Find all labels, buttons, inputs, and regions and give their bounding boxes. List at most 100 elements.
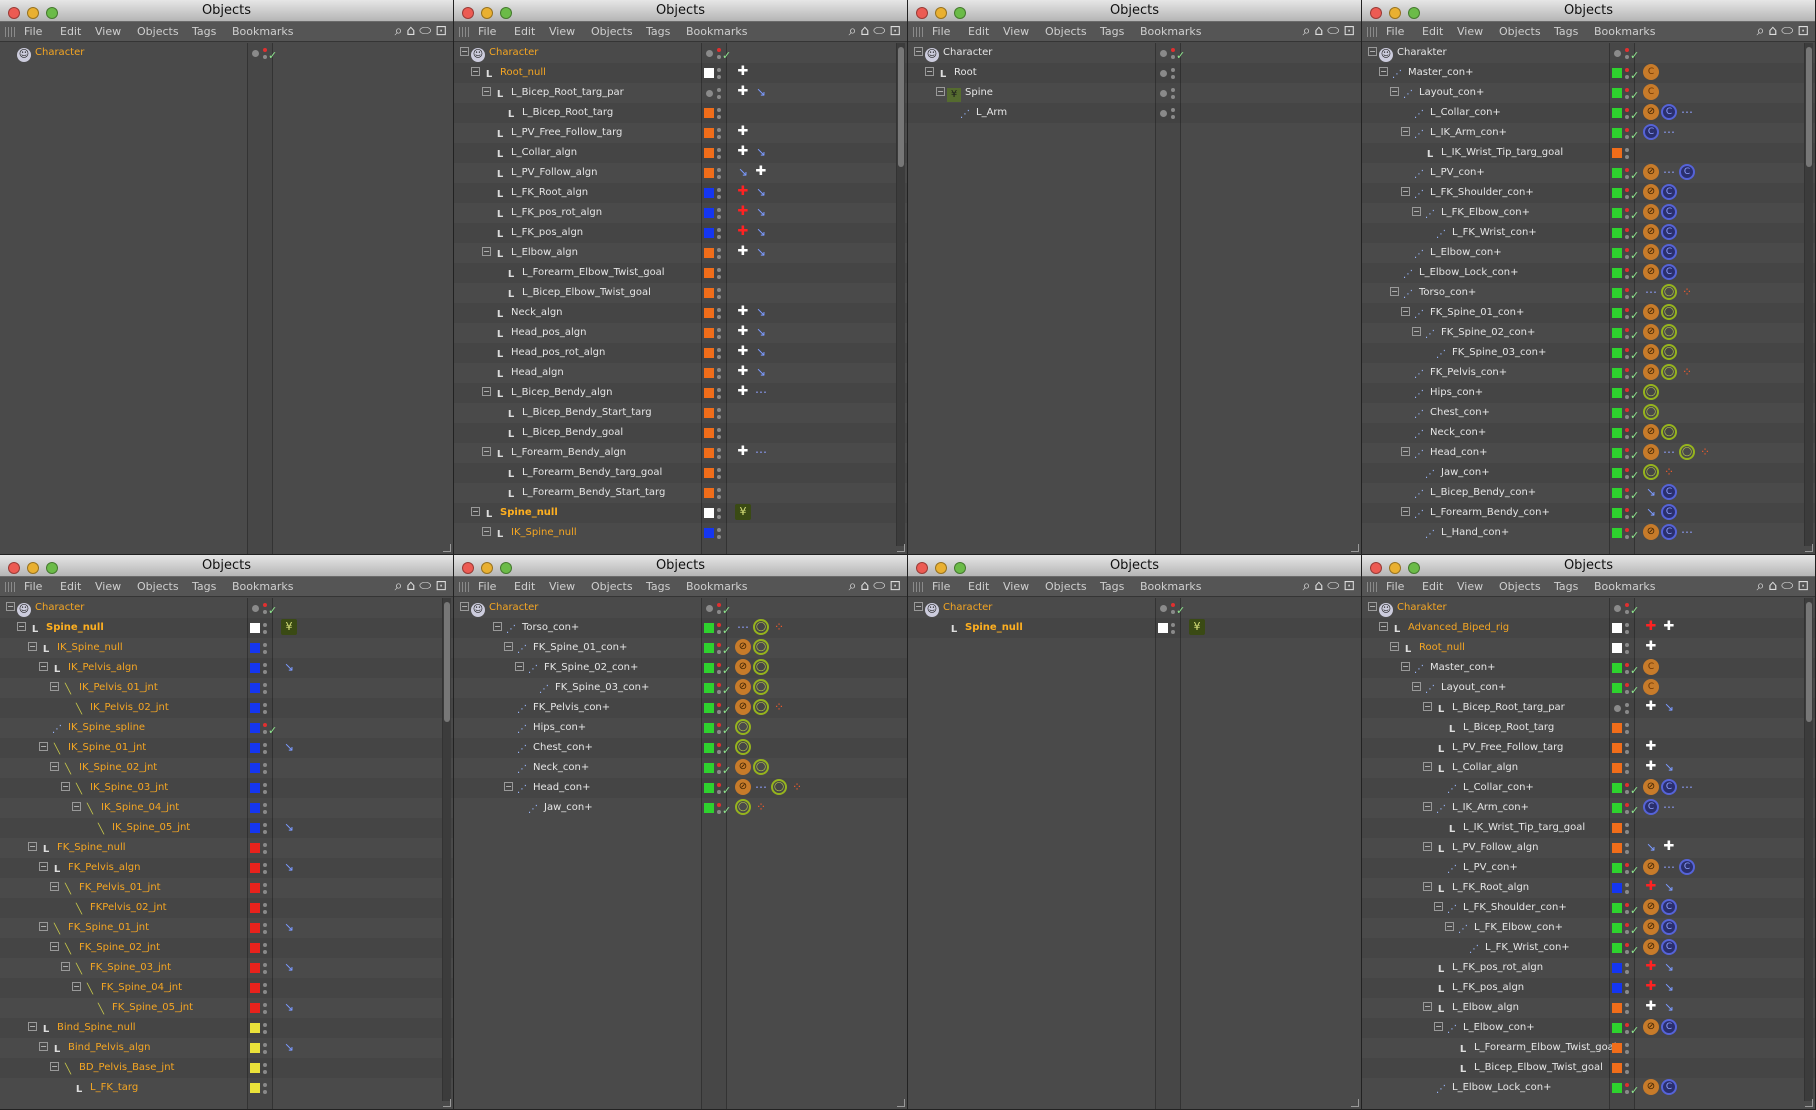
object-row[interactable]: L Neck_algn ✚ ↘ — [454, 303, 907, 323]
layer-color-swatch[interactable] — [1612, 88, 1622, 98]
layer-color-swatch[interactable] — [704, 368, 714, 378]
ik-tag-icon[interactable]: ↘ — [753, 224, 769, 240]
layer-color-swatch[interactable] — [704, 508, 714, 518]
menu-view[interactable]: View — [549, 25, 575, 38]
object-row[interactable]: L L_FK_targ — [0, 1078, 453, 1098]
expand-toggle[interactable]: − — [1368, 47, 1377, 56]
puz-tag-icon[interactable]: ✚ — [735, 364, 751, 380]
object-row[interactable]: − ⋰ FK_Spine_01_con+ ✓ ⊘ ◯ — [454, 638, 907, 658]
object-row[interactable]: − L L_Elbow_algn ✚ ↘ — [454, 243, 907, 263]
object-row[interactable]: − L L_Bicep_Root_targ_par ✚ ↘ — [1362, 698, 1815, 718]
menu-file[interactable]: File — [24, 25, 42, 38]
layer-color-swatch[interactable] — [250, 943, 260, 953]
dots-tag-icon[interactable]: ⋯ — [1661, 859, 1677, 875]
menu-bookmarks[interactable]: Bookmarks — [686, 580, 747, 593]
redd-tag-icon[interactable]: ⁘ — [771, 699, 787, 715]
layer-dot[interactable] — [1160, 110, 1167, 117]
layer-color-swatch[interactable] — [704, 623, 714, 633]
visibility-dots[interactable] — [1625, 85, 1629, 101]
menu-objects[interactable]: Objects — [1499, 580, 1541, 593]
object-row[interactable]: − ☺ Character ✓ — [0, 598, 453, 618]
menu-bookmarks[interactable]: Bookmarks — [1140, 580, 1201, 593]
cg-tag-icon[interactable]: ◯ — [1643, 384, 1659, 400]
object-row[interactable]: L L_Bicep_Bendy_goal — [454, 423, 907, 443]
menu-tags[interactable]: Tags — [1554, 25, 1578, 38]
object-row[interactable]: L L_IK_Wrist_Tip_targ_goal — [1362, 143, 1815, 163]
menu-view[interactable]: View — [95, 25, 121, 38]
visibility-dots[interactable] — [263, 860, 267, 876]
visibility-dots[interactable] — [1625, 740, 1629, 756]
ik-tag-icon[interactable]: ↘ — [735, 164, 751, 180]
ik-tag-icon[interactable]: ↘ — [281, 859, 297, 875]
object-row[interactable]: ⋰ L_Arm — [908, 103, 1361, 123]
cg-tag-icon[interactable]: ◯ — [753, 619, 769, 635]
cg-tag-icon[interactable]: ◯ — [735, 719, 751, 735]
layer-color-swatch[interactable] — [1612, 248, 1622, 258]
ellipse-icon[interactable]: ⬭ — [1781, 23, 1793, 39]
object-row[interactable]: − ╲ FK_Spine_01_jnt ↘ — [0, 918, 453, 938]
layer-color-swatch[interactable] — [1612, 803, 1622, 813]
redd-tag-icon[interactable]: ⁘ — [1661, 464, 1677, 480]
puz-tag-icon[interactable]: ✚ — [1643, 639, 1659, 655]
object-row[interactable]: ⋰ L_Collar_con+ ✓ ⊘ C ⋯ — [1362, 778, 1815, 798]
object-row[interactable]: − L Bind_Spine_null — [0, 1018, 453, 1038]
menu-objects[interactable]: Objects — [1045, 25, 1087, 38]
object-row[interactable]: ╲ IK_Pelvis_02_jnt — [0, 698, 453, 718]
layer-color-swatch[interactable] — [1612, 328, 1622, 338]
scrollbar[interactable] — [896, 43, 905, 546]
visibility-dots[interactable] — [1625, 45, 1629, 61]
layer-color-swatch[interactable] — [704, 108, 714, 118]
object-row[interactable]: L L_PV_Follow_algn ↘ ✚ — [454, 163, 907, 183]
cb-tag-icon[interactable]: C — [1661, 1019, 1677, 1035]
object-row[interactable]: ⋰ Jaw_con+ ✓ ◯ ⁘ — [454, 798, 907, 818]
visibility-dots[interactable] — [1625, 165, 1629, 181]
visibility-dots[interactable] — [717, 345, 721, 361]
expand-toggle[interactable]: − — [72, 982, 81, 991]
puz-tag-icon[interactable]: ✚ — [735, 344, 751, 360]
visibility-dots[interactable] — [1625, 620, 1629, 636]
expand-toggle[interactable]: − — [914, 47, 923, 56]
ban-tag-icon[interactable]: ⊘ — [1643, 899, 1659, 915]
cg-tag-icon[interactable]: ◯ — [753, 759, 769, 775]
layer-color-swatch[interactable] — [704, 743, 714, 753]
visibility-dots[interactable] — [263, 640, 267, 656]
layer-color-swatch[interactable] — [704, 468, 714, 478]
visibility-dots[interactable] — [263, 45, 267, 61]
puz-tag-icon[interactable]: ✚ — [1661, 619, 1677, 635]
menu-edit[interactable]: Edit — [1422, 25, 1443, 38]
layer-color-swatch[interactable] — [704, 803, 714, 813]
ellipse-icon[interactable]: ⬭ — [419, 578, 431, 594]
visibility-dots[interactable] — [717, 680, 721, 696]
cb-tag-icon[interactable]: C — [1661, 504, 1677, 520]
puz-tag-icon[interactable]: ✚ — [1643, 759, 1659, 775]
ban-tag-icon[interactable]: ⊘ — [1643, 1019, 1659, 1035]
menu-edit[interactable]: Edit — [60, 580, 81, 593]
layer-color-swatch[interactable] — [704, 308, 714, 318]
object-row[interactable]: L L_FK_pos_algn ✚ ↘ — [454, 223, 907, 243]
co-tag-icon[interactable]: C — [1643, 84, 1659, 100]
object-row[interactable]: − L Root — [908, 63, 1361, 83]
scrollbar[interactable] — [1804, 43, 1813, 546]
layer-color-swatch[interactable] — [704, 268, 714, 278]
home-icon[interactable]: ⌂ — [1768, 578, 1777, 594]
expand-toggle[interactable]: − — [28, 642, 37, 651]
visibility-dots[interactable] — [717, 405, 721, 421]
object-row[interactable]: ⋰ L_Elbow_Lock_con+ ✓ ⊘ C — [1362, 1078, 1815, 1098]
layer-color-swatch[interactable] — [704, 248, 714, 258]
object-row[interactable]: − ☺ Character ✓ — [908, 43, 1361, 63]
cg-tag-icon[interactable]: ◯ — [1661, 284, 1677, 300]
dots-tag-icon[interactable]: ⋯ — [1661, 124, 1677, 140]
ik-tag-icon[interactable]: ↘ — [753, 204, 769, 220]
expand-toggle[interactable]: − — [460, 602, 469, 611]
ban-tag-icon[interactable]: ⊘ — [1643, 1079, 1659, 1095]
layer-color-swatch[interactable] — [250, 863, 260, 873]
expand-toggle[interactable]: − — [1423, 762, 1432, 771]
object-row[interactable]: − ╲ FK_Pelvis_01_jnt — [0, 878, 453, 898]
layer-color-swatch[interactable] — [250, 883, 260, 893]
expand-toggle[interactable]: − — [515, 662, 524, 671]
cg-tag-icon[interactable]: ◯ — [1661, 304, 1677, 320]
menu-file[interactable]: File — [1386, 580, 1404, 593]
ban-tag-icon[interactable]: ⊘ — [1643, 344, 1659, 360]
object-row[interactable]: ⋰ Neck_con+ ✓ ⊘ ◯ — [454, 758, 907, 778]
visibility-dots[interactable] — [263, 800, 267, 816]
